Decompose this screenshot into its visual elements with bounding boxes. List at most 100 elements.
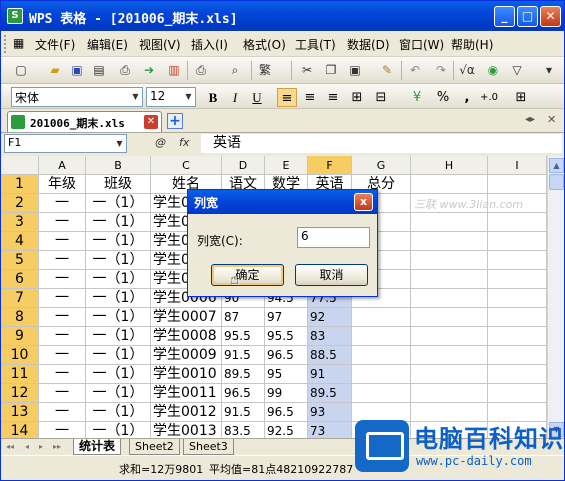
cell-h12[interactable] <box>411 384 488 403</box>
printer-icon[interactable]: ⎙ <box>193 62 209 78</box>
cell-f10[interactable]: 88.5 <box>308 346 352 365</box>
cell-h10[interactable] <box>411 346 488 365</box>
cell-d11[interactable]: 89.5 <box>222 365 265 384</box>
ok-button[interactable]: 确定 <box>211 264 284 286</box>
column-header-h[interactable]: H <box>411 156 488 175</box>
row-header-13[interactable]: 13 <box>1 403 39 422</box>
cell-i10[interactable] <box>488 346 547 365</box>
toolbar-grip[interactable] <box>4 35 7 53</box>
menu-insert[interactable]: 插入(I) <box>191 36 228 53</box>
cell-c8[interactable]: 学生0007 <box>151 308 222 327</box>
vertical-scrollbar[interactable]: ▲ ▼ <box>547 156 564 439</box>
cell-h8[interactable] <box>411 308 488 327</box>
align-left-button[interactable]: ≡ <box>277 88 297 107</box>
cell-b5[interactable]: 一（1） <box>86 251 151 270</box>
borders-button[interactable]: ⊞ <box>511 88 531 107</box>
online-icon[interactable]: ◉ <box>485 62 501 78</box>
cell-a3[interactable]: 一 <box>39 213 86 232</box>
cell-g8[interactable] <box>352 308 411 327</box>
pdf-icon[interactable]: ▥ <box>166 62 182 78</box>
close-window-button[interactable]: ✕ <box>540 6 561 27</box>
cell-c13[interactable]: 学生0012 <box>151 403 222 422</box>
row-header-4[interactable]: 4 <box>1 232 39 251</box>
cell-i9[interactable] <box>488 327 547 346</box>
zoom-preview-icon[interactable]: ⌕ <box>227 62 243 78</box>
name-box[interactable]: F1 ▼ <box>4 134 127 153</box>
row-header-9[interactable]: 9 <box>1 327 39 346</box>
copy-icon[interactable]: ❐ <box>323 62 339 78</box>
cell-c14[interactable]: 学生0013 <box>151 422 222 439</box>
insert-function-icon[interactable]: fx <box>179 136 189 149</box>
tab-close-all-icon[interactable]: ✕ <box>547 113 556 126</box>
cell-f9[interactable]: 83 <box>308 327 352 346</box>
cell-a5[interactable]: 一 <box>39 251 86 270</box>
cancel-button[interactable]: 取消 <box>295 264 368 286</box>
scroll-up-icon[interactable]: ▲ <box>549 158 564 173</box>
cell-f14[interactable]: 73 <box>308 422 352 439</box>
cell-a13[interactable]: 一 <box>39 403 86 422</box>
bold-button[interactable]: B <box>203 88 223 107</box>
comma-button[interactable]: , <box>457 88 477 107</box>
menu-format[interactable]: 格式(O) <box>243 36 286 53</box>
underline-button[interactable]: U <box>247 88 267 107</box>
cell-a1[interactable]: 年级 <box>39 175 86 194</box>
cell-h11[interactable] <box>411 365 488 384</box>
dialog-close-button[interactable]: x <box>354 193 373 211</box>
cell-b4[interactable]: 一（1） <box>86 232 151 251</box>
cell-i6[interactable] <box>488 270 547 289</box>
cell-b14[interactable]: 一（1） <box>86 422 151 439</box>
cell-g9[interactable] <box>352 327 411 346</box>
cell-h4[interactable] <box>411 232 488 251</box>
cell-a2[interactable]: 一 <box>39 194 86 213</box>
cell-d12[interactable]: 96.5 <box>222 384 265 403</box>
cell-d8[interactable]: 87 <box>222 308 265 327</box>
column-width-input[interactable]: 6 <box>297 227 370 248</box>
cell-c10[interactable]: 学生0009 <box>151 346 222 365</box>
cell-e11[interactable]: 95 <box>265 365 308 384</box>
cell-b12[interactable]: 一（1） <box>86 384 151 403</box>
document-tab[interactable]: 201006_期末.xls ✕ <box>7 111 162 132</box>
column-header-i[interactable]: I <box>488 156 547 175</box>
row-header-5[interactable]: 5 <box>1 251 39 270</box>
undo-icon[interactable]: ↶ <box>407 62 423 78</box>
print-preview-icon[interactable]: ▤ <box>91 62 107 78</box>
cell-a12[interactable]: 一 <box>39 384 86 403</box>
column-header-e[interactable]: E <box>265 156 308 175</box>
merge-center-button[interactable]: ⊟ <box>371 88 391 107</box>
cell-i3[interactable] <box>488 213 547 232</box>
cell-b8[interactable]: 一（1） <box>86 308 151 327</box>
cell-i1[interactable] <box>488 175 547 194</box>
formula-input[interactable]: 英语 <box>201 134 562 153</box>
cell-a9[interactable]: 一 <box>39 327 86 346</box>
cell-e9[interactable]: 95.5 <box>265 327 308 346</box>
print-icon[interactable]: ⎙ <box>117 62 133 78</box>
row-header-8[interactable]: 8 <box>1 308 39 327</box>
cell-d9[interactable]: 95.5 <box>222 327 265 346</box>
menu-help[interactable]: 帮助(H) <box>451 36 493 53</box>
percent-button[interactable]: % <box>433 88 453 107</box>
zoom-icon[interactable]: @ <box>155 136 166 149</box>
cell-b9[interactable]: 一（1） <box>86 327 151 346</box>
wps-menu-icon[interactable]: ▦ <box>13 36 37 52</box>
filter-icon[interactable]: ▽ <box>509 62 525 78</box>
close-document-icon[interactable]: ✕ <box>144 115 158 129</box>
cell-i5[interactable] <box>488 251 547 270</box>
menu-view[interactable]: 视图(V) <box>139 36 181 53</box>
cell-a14[interactable]: 一 <box>39 422 86 439</box>
paste-icon[interactable]: ▣ <box>347 62 363 78</box>
cell-g10[interactable] <box>352 346 411 365</box>
cell-h9[interactable] <box>411 327 488 346</box>
sheet-tab-1[interactable]: 统计表 <box>73 439 122 455</box>
cell-g11[interactable] <box>352 365 411 384</box>
menu-file[interactable]: 文件(F) <box>35 36 75 53</box>
column-header-f[interactable]: F <box>308 156 352 175</box>
row-header-12[interactable]: 12 <box>1 384 39 403</box>
cell-e12[interactable]: 99 <box>265 384 308 403</box>
cell-h6[interactable] <box>411 270 488 289</box>
align-right-button[interactable]: ≡ <box>323 88 343 107</box>
new-document-icon[interactable]: ▢ <box>13 62 29 78</box>
cell-b10[interactable]: 一（1） <box>86 346 151 365</box>
cell-h7[interactable] <box>411 289 488 308</box>
cell-i12[interactable] <box>488 384 547 403</box>
cell-a8[interactable]: 一 <box>39 308 86 327</box>
